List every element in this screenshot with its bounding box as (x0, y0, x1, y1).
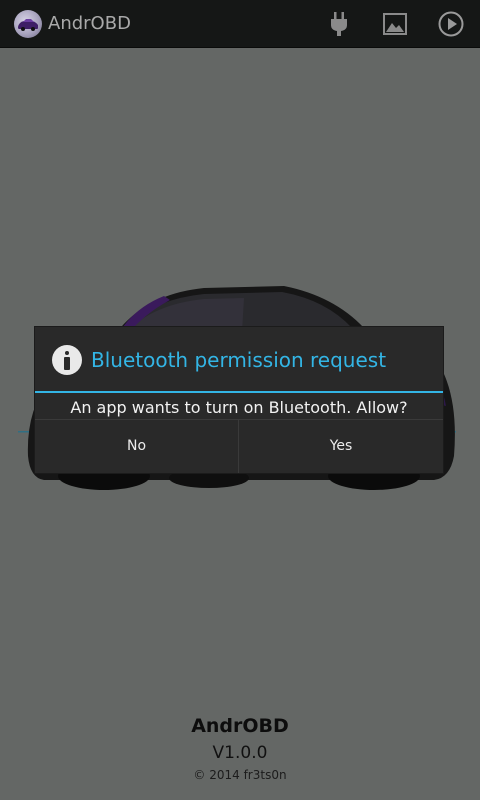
footer-version: V1.0.0 (212, 743, 268, 763)
app-title: AndrOBD (48, 13, 131, 34)
dialog-message: An app wants to turn on Bluetooth. Allow… (70, 398, 408, 417)
footer-app-name: AndrOBD (191, 715, 289, 737)
image-icon[interactable] (379, 8, 411, 40)
yes-button[interactable]: Yes (239, 420, 443, 473)
bluetooth-permission-dialog: Bluetooth permission request An app want… (35, 327, 443, 473)
info-icon (52, 345, 82, 375)
no-button[interactable]: No (35, 420, 238, 473)
dialog-divider (35, 391, 443, 393)
car-logo-icon[interactable] (14, 10, 42, 38)
plug-icon[interactable] (323, 8, 355, 40)
footer-copyright: © 2014 fr3ts0n (193, 768, 287, 782)
dialog-title: Bluetooth permission request (91, 348, 387, 372)
dialog-header: Bluetooth permission request (35, 327, 443, 391)
action-bar: AndrOBD (0, 0, 480, 48)
dialog-button-bar: No Yes (35, 419, 443, 473)
play-icon[interactable] (435, 8, 467, 40)
